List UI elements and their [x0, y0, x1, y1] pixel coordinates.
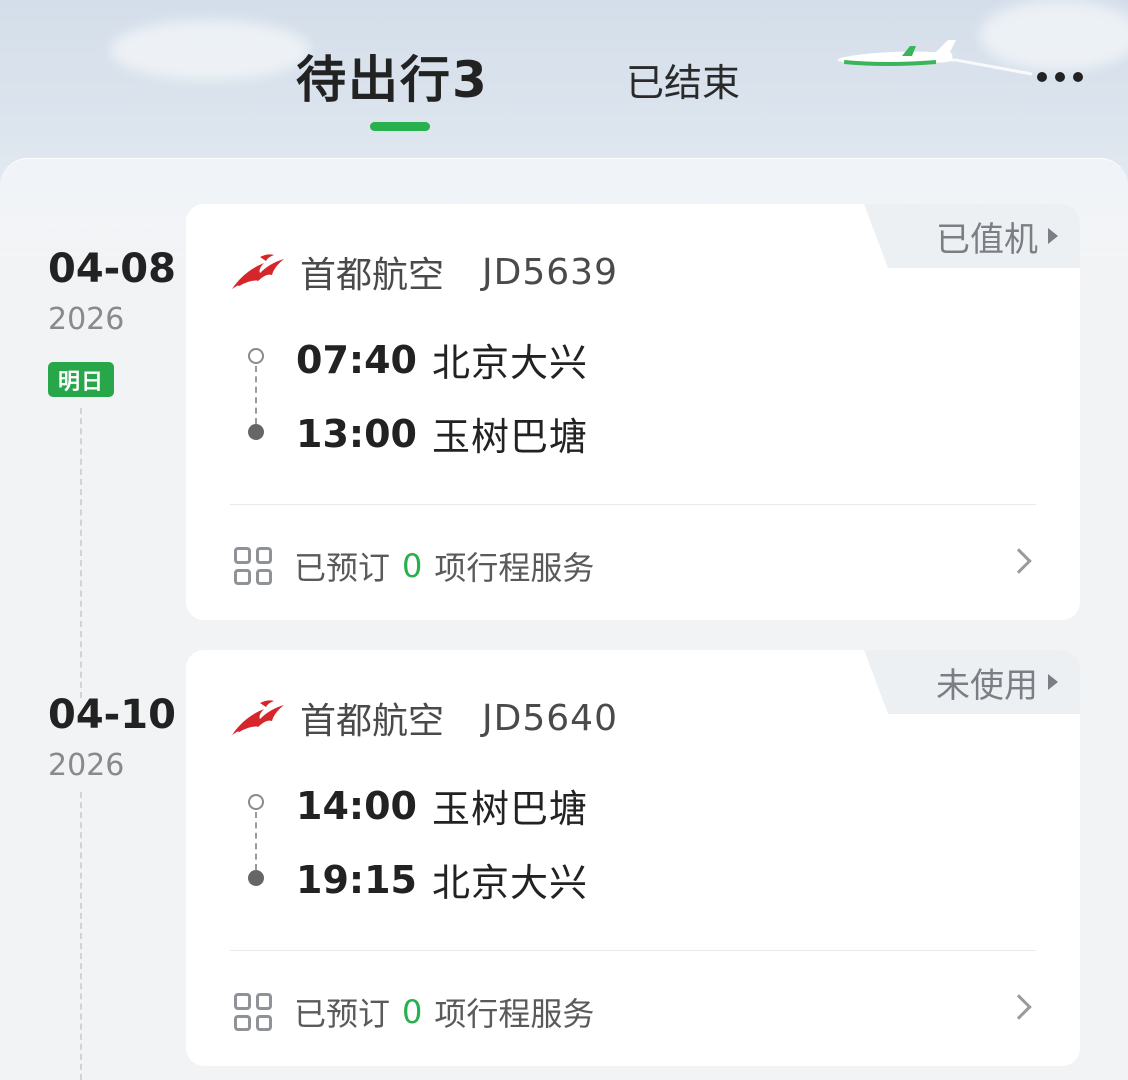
chevron-right-icon: [1006, 994, 1032, 1020]
service-count: 0: [402, 547, 423, 585]
service-prefix: 已预订: [294, 549, 391, 587]
capital-airlines-logo-icon: [232, 700, 284, 735]
departure-segment: 14:00 玉树巴塘: [296, 778, 588, 833]
arrival-dot-icon: [248, 424, 264, 440]
usage-status-tag[interactable]: 未使用: [864, 650, 1080, 714]
arrival-city: 北京大兴: [432, 861, 589, 905]
service-count: 0: [402, 993, 423, 1031]
active-tab-indicator: [370, 122, 430, 131]
departure-city: 北京大兴: [432, 341, 589, 385]
airline-name: 首都航空: [300, 255, 445, 296]
flight-number: JD5639: [482, 251, 618, 293]
service-suffix: 项行程服务: [434, 995, 595, 1033]
departure-dot-icon: [248, 348, 264, 364]
cloud-decoration: [110, 20, 310, 80]
arrival-time: 19:15: [296, 857, 417, 902]
trip-date: 04-10: [48, 692, 176, 738]
chevron-right-icon: [1006, 548, 1032, 574]
departure-time: 07:40: [296, 337, 417, 382]
more-button[interactable]: [1030, 60, 1090, 94]
departure-time: 14:00: [296, 783, 417, 828]
trip-services-row[interactable]: 已预订 0 项行程服务: [234, 988, 1036, 1036]
trip-year: 2026: [48, 302, 125, 337]
arrival-segment: 13:00 玉树巴塘: [296, 406, 588, 461]
airline-name: 首都航空: [300, 701, 445, 742]
departure-segment: 07:40 北京大兴: [296, 332, 588, 387]
trip-card[interactable]: 未使用 首都航空 JD5640 14:00 玉树巴塘 19:15 北京大兴 已预…: [186, 650, 1080, 1066]
checkin-status-tag[interactable]: 已值机: [864, 204, 1080, 268]
tab-finished[interactable]: 已结束: [626, 52, 740, 107]
airline-row: 首都航空 JD5640: [230, 692, 618, 744]
tab-finished-label: 已结束: [626, 61, 741, 105]
tab-pending-count: 3: [452, 51, 489, 109]
route-line: [255, 812, 257, 870]
trip-year: 2026: [48, 748, 125, 783]
tab-pending-label: 待出行: [296, 51, 452, 109]
grid-icon: [234, 547, 272, 585]
capital-airlines-logo-icon: [232, 254, 284, 289]
more-dots-icon: [1073, 72, 1083, 82]
caret-right-icon: [1048, 228, 1058, 244]
timeline-line: [80, 408, 82, 698]
service-prefix: 已预订: [294, 995, 391, 1033]
status-label: 未使用: [936, 665, 1038, 706]
trip-card[interactable]: 已值机 首都航空 JD5639 07:40 北京大兴 13:00 玉树巴塘 已预…: [186, 204, 1080, 620]
departure-city: 玉树巴塘: [432, 787, 589, 831]
day-badge: 明日: [48, 362, 114, 397]
arrival-dot-icon: [248, 870, 264, 886]
card-divider: [230, 504, 1036, 505]
trips-page: 待出行3 已结束 04-08 2026 明日 已值机 首都航空 JD5639 0…: [0, 0, 1128, 1080]
status-label: 已值机: [936, 219, 1038, 260]
arrival-time: 13:00: [296, 411, 417, 456]
arrival-city: 玉树巴塘: [432, 415, 589, 459]
departure-dot-icon: [248, 794, 264, 810]
service-suffix: 项行程服务: [434, 549, 595, 587]
more-dots-icon: [1037, 72, 1047, 82]
trip-services-row[interactable]: 已预订 0 项行程服务: [234, 542, 1036, 590]
card-divider: [230, 950, 1036, 951]
more-dots-icon: [1055, 72, 1065, 82]
tab-pending[interactable]: 待出行3: [296, 40, 489, 112]
caret-right-icon: [1048, 674, 1058, 690]
grid-icon: [234, 993, 272, 1031]
airline-row: 首都航空 JD5639: [230, 246, 618, 298]
flight-number: JD5640: [482, 697, 618, 739]
route-line: [255, 366, 257, 424]
trip-date: 04-08: [48, 246, 176, 292]
airplane-icon: [838, 40, 1033, 76]
arrival-segment: 19:15 北京大兴: [296, 852, 588, 907]
timeline-line: [80, 792, 82, 1080]
